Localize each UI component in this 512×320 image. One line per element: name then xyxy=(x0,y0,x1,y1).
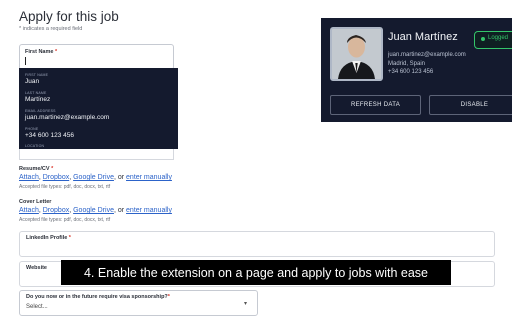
autofill-item-value: juan.martinez@example.com xyxy=(25,114,110,121)
linkedin-label: LinkedIn Profile * xyxy=(26,235,71,241)
disable-button[interactable]: DISABLE xyxy=(429,95,512,115)
first-name-label: First Name * xyxy=(25,49,57,55)
autofill-item-first-name[interactable]: FIRST NAME Juan xyxy=(25,73,48,85)
caption-banner: 4. Enable the extension on a page and ap… xyxy=(61,260,451,285)
autofill-item-phone[interactable]: PHONE +34 600 123 456 xyxy=(25,127,74,139)
autofill-item-label: PHONE xyxy=(25,127,39,131)
resume-attach-link[interactable]: Attach xyxy=(19,174,39,181)
visa-label: Do you now or in the future require visa… xyxy=(26,294,170,300)
linkedin-label-text: LinkedIn Profile xyxy=(26,235,68,241)
cover-letter-attach-link[interactable]: Attach xyxy=(19,207,39,214)
extension-profile-email: juan.martinez@example.com xyxy=(388,52,466,58)
autofill-item-label: EMAIL ADDRESS xyxy=(25,109,56,113)
cover-letter-dropbox-link[interactable]: Dropbox xyxy=(43,207,69,214)
cover-letter-file-types: Accepted file types: pdf, doc, docx, txt… xyxy=(19,217,111,223)
resume-manual-link[interactable]: enter manually xyxy=(126,174,172,181)
resume-label: Resume/CV * xyxy=(19,166,53,172)
resume-label-text: Resume/CV xyxy=(19,166,50,172)
cover-letter-manual-link[interactable]: enter manually xyxy=(126,207,172,214)
resume-file-types: Accepted file types: pdf, doc, docx, txt… xyxy=(19,184,111,190)
extension-profile-name: Juan Martínez xyxy=(388,31,458,43)
autofill-item-label: LOCATION xyxy=(25,144,45,148)
status-dot-icon xyxy=(481,37,485,41)
autofill-item-last-name[interactable]: LAST NAME Martínez xyxy=(25,91,50,103)
refresh-data-button[interactable]: REFRESH DATA xyxy=(330,95,421,115)
visa-select-value: Select... xyxy=(26,304,48,310)
linkedin-field[interactable] xyxy=(19,231,495,257)
first-name-field[interactable] xyxy=(19,44,174,70)
required-star: * xyxy=(167,294,170,300)
website-label: Website xyxy=(26,265,47,271)
first-name-field-bottom xyxy=(19,149,174,160)
required-star: * xyxy=(68,235,71,241)
autofill-item-email[interactable]: EMAIL ADDRESS juan.martinez@example.com xyxy=(25,109,109,121)
visa-label-text: Do you now or in the future require visa… xyxy=(26,294,168,300)
chevron-down-icon: ▾ xyxy=(244,301,248,307)
required-note: * indicates a required field xyxy=(19,26,83,32)
required-star: * xyxy=(54,49,58,55)
autofill-item-label: FIRST NAME xyxy=(25,73,49,77)
page-title: Apply for this job xyxy=(19,9,119,24)
autofill-item-value: Martínez xyxy=(25,96,51,103)
required-star: * xyxy=(51,166,54,172)
resume-upload-links: Attach, Dropbox, Google Drive, or enter … xyxy=(19,174,172,181)
cover-letter-google-drive-link[interactable]: Google Drive xyxy=(73,207,114,214)
autofill-item-value: Juan xyxy=(25,78,40,85)
text-caret xyxy=(25,57,26,65)
first-name-label-text: First Name xyxy=(25,49,54,55)
cover-letter-upload-links: Attach, Dropbox, Google Drive, or enter … xyxy=(19,207,172,214)
autofill-dropdown[interactable]: FIRST NAME Juan LAST NAME Martínez EMAIL… xyxy=(19,68,178,149)
logged-status-text: Logged xyxy=(488,35,509,41)
extension-profile-phone: +34 600 123 456 xyxy=(388,69,434,75)
profile-photo-image xyxy=(332,29,381,79)
autofill-item-location[interactable]: LOCATION xyxy=(25,144,44,148)
autofill-item-value: +34 600 123 456 xyxy=(25,132,74,139)
resume-dropbox-link[interactable]: Dropbox xyxy=(43,174,69,181)
or-text: , or xyxy=(113,174,127,181)
profile-photo xyxy=(330,27,383,81)
autofill-item-label: LAST NAME xyxy=(25,91,47,95)
resume-google-drive-link[interactable]: Google Drive xyxy=(73,174,114,181)
or-text: , or xyxy=(113,207,127,214)
cover-letter-label: Cover Letter xyxy=(19,199,52,205)
extension-profile-location: Madrid, Spain xyxy=(388,61,426,67)
